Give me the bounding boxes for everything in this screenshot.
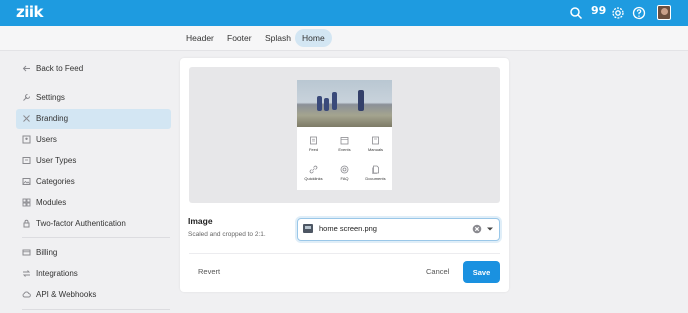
link-icon (309, 165, 318, 174)
module-tile-events: Events (329, 136, 360, 152)
file-name: home screen.png (319, 224, 377, 233)
save-button[interactable]: Save (463, 261, 500, 283)
sidebar-item-label: Back to Feed (36, 64, 84, 73)
clear-icon[interactable] (472, 224, 482, 234)
sidebar-item-label: API & Webhooks (36, 290, 97, 299)
arrow-left-icon (22, 64, 31, 73)
sidebar-item-modules[interactable]: Modules (16, 193, 171, 213)
sidebar-item-api-webhooks[interactable]: API & Webhooks (16, 285, 171, 305)
sidebar-item-branding[interactable]: Branding (16, 109, 171, 129)
module-tile-quicklinks: Quicklinks (298, 165, 329, 181)
module-tile-label: FAQ (340, 176, 349, 181)
documents-icon (371, 165, 380, 174)
tab-footer[interactable]: Footer (220, 29, 259, 47)
top-bar: ziik 99 (0, 0, 688, 26)
image-field-hint: Scaled and cropped to 2:1. (188, 231, 266, 238)
sidebar-item-integrations[interactable]: Integrations (16, 264, 171, 284)
sidebar-item-label: Two-factor Authentication (36, 219, 126, 228)
module-tile-label: Events (338, 147, 351, 152)
module-tile-manuals: Manuals (360, 136, 391, 152)
module-tile-label: Documents (365, 176, 386, 181)
gear-icon[interactable] (611, 6, 625, 20)
brush-icon (22, 114, 31, 123)
wrench-icon (22, 93, 31, 102)
sidebar-item-settings[interactable]: Settings (16, 88, 171, 108)
file-thumbnail (303, 224, 313, 233)
module-tile-faq: FAQ (329, 165, 360, 181)
module-tile-label: Feed (308, 147, 319, 152)
home-settings-card: Feed Events Manuals Quicklinks FAQ Docum… (180, 58, 509, 292)
lock-icon (22, 219, 31, 228)
sidebar-item-label: User Types (36, 156, 77, 165)
module-tile-label: Quicklinks (304, 176, 323, 181)
chevron-down-icon[interactable] (486, 226, 494, 232)
arrows-icon (22, 269, 31, 278)
cancel-button[interactable]: Cancel (426, 267, 449, 276)
sidebar-item-billing[interactable]: Billing (16, 243, 171, 263)
sidebar-item-categories[interactable]: Categories (16, 172, 171, 192)
sidebar-item-back-to-feed[interactable]: Back to Feed (16, 59, 171, 79)
sidebar-item-user-types[interactable]: User Types (16, 151, 171, 171)
help-icon[interactable] (632, 6, 646, 20)
sidebar-item-label: Modules (36, 198, 67, 207)
tab-header[interactable]: Header (179, 29, 221, 47)
help-icon (340, 165, 349, 174)
sidebar-item-label: Billing (36, 248, 58, 257)
module-tile-documents: Documents (360, 165, 391, 181)
revert-button[interactable]: Revert (198, 267, 220, 276)
feed-icon (309, 136, 318, 145)
search-icon[interactable] (569, 6, 583, 20)
phone-mockup: Feed Events Manuals Quicklinks FAQ Docum… (297, 80, 392, 190)
sidebar-item-label: Integrations (36, 269, 78, 278)
users-icon (22, 135, 31, 144)
sidebar-item-label: Settings (36, 93, 65, 102)
id-card-icon (22, 156, 31, 165)
quotes-icon[interactable]: 99 (591, 4, 606, 17)
book-icon (371, 136, 380, 145)
tab-splash[interactable]: Splash (258, 29, 298, 47)
calendar-icon (340, 136, 349, 145)
card-divider (189, 253, 500, 254)
home-preview: Feed Events Manuals Quicklinks FAQ Docum… (189, 67, 500, 203)
card-icon (22, 248, 31, 257)
tabs-bar: Header Footer Splash Home (0, 26, 688, 51)
grid-icon (22, 198, 31, 207)
sidebar-item-two-factor-authentication[interactable]: Two-factor Authentication (16, 214, 171, 234)
user-avatar[interactable] (657, 5, 671, 20)
tab-home[interactable]: Home (295, 29, 332, 47)
cloud-icon (22, 290, 31, 299)
module-tile-label: Manuals (367, 147, 384, 152)
sidebar-divider (22, 309, 170, 310)
sidebar-item-label: Users (36, 135, 57, 144)
module-tile-feed: Feed (298, 136, 329, 152)
image-file-select[interactable]: home screen.png (297, 218, 500, 241)
app-logo[interactable]: ziik (16, 3, 44, 21)
image-field-label: Image (188, 216, 213, 226)
sidebar-item-users[interactable]: Users (16, 130, 171, 150)
sidebar-item-label: Categories (36, 177, 75, 186)
image-icon (22, 177, 31, 186)
sidebar: Back to Feed Settings Branding Users Use… (0, 51, 180, 313)
sidebar-item-label: Branding (36, 114, 69, 123)
home-screen-photo (297, 80, 392, 127)
sidebar-divider (22, 237, 170, 238)
